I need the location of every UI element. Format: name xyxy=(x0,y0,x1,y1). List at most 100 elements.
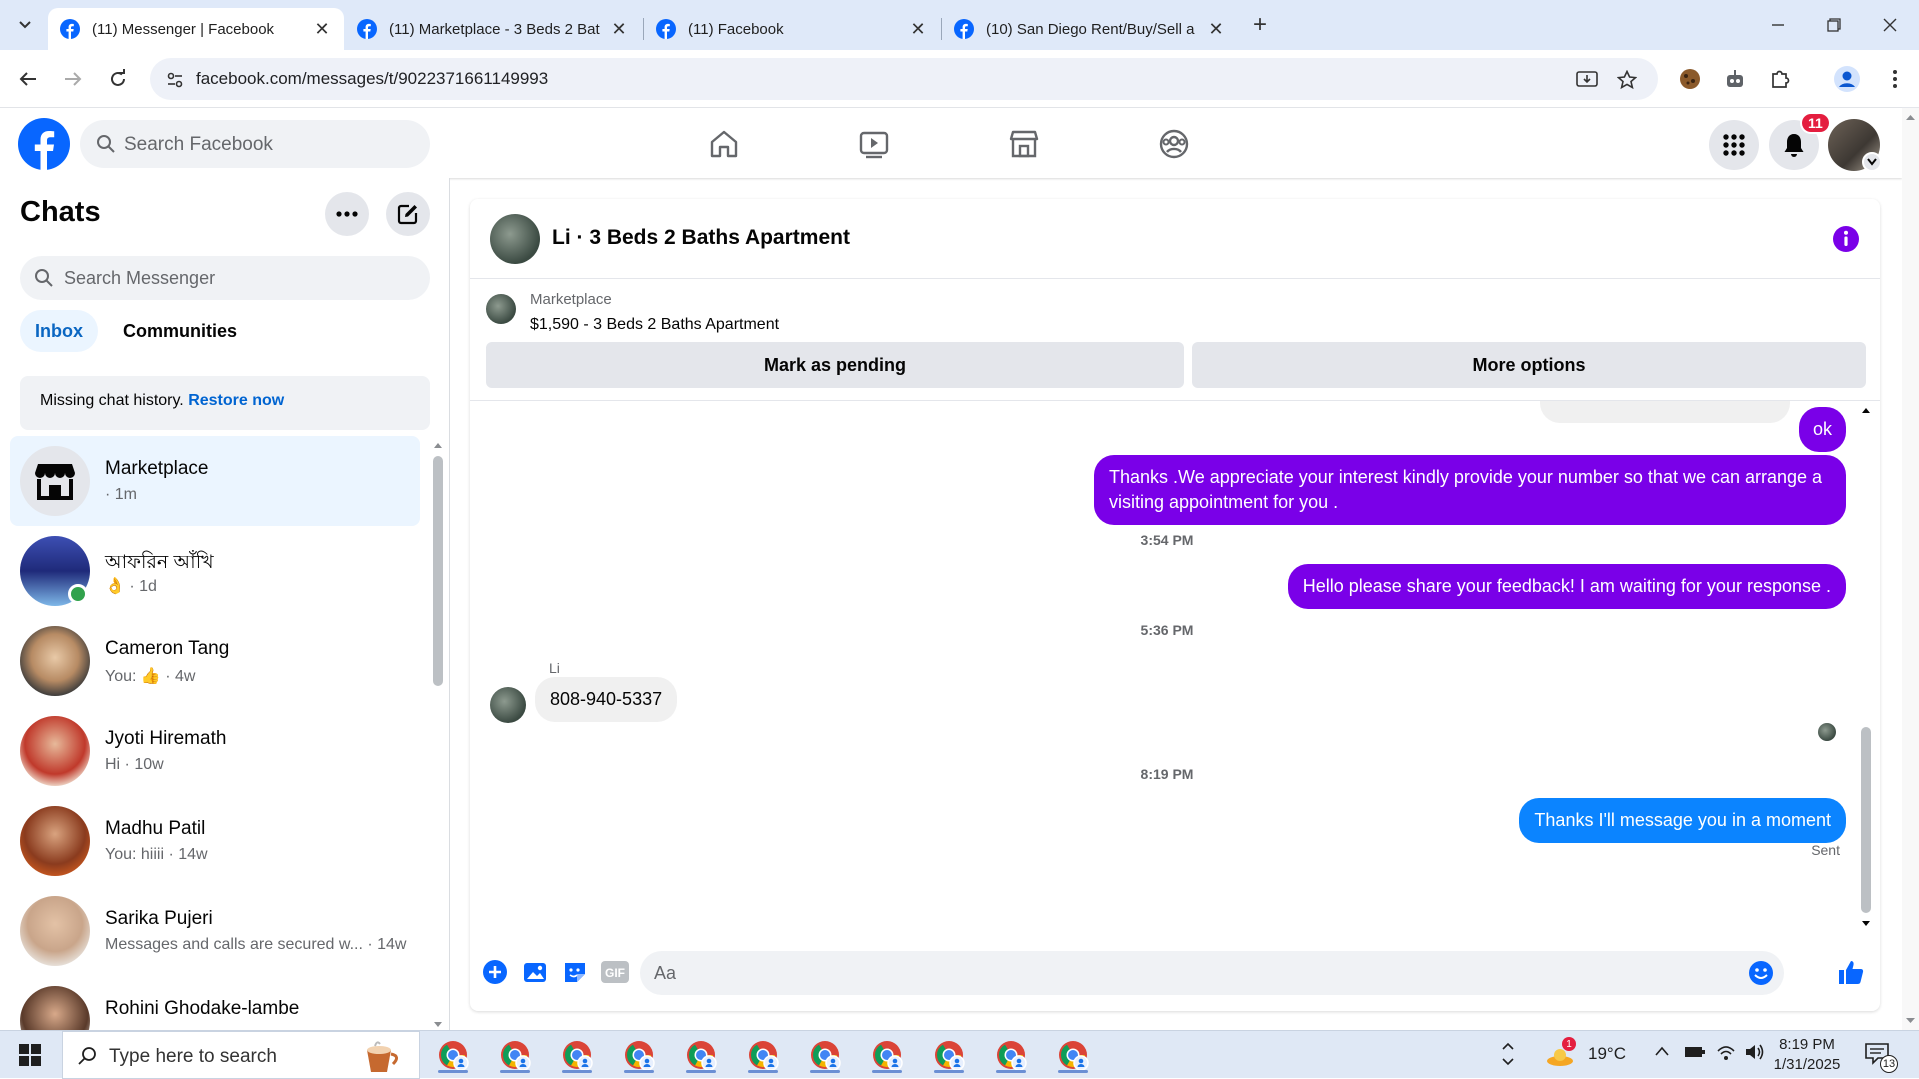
taskbar-chrome-profile-icon[interactable] xyxy=(430,1037,476,1073)
info-icon[interactable] xyxy=(1832,225,1860,253)
marketplace-nav-icon[interactable] xyxy=(1000,120,1048,168)
wifi-icon[interactable] xyxy=(1716,1043,1736,1061)
close-tab-icon[interactable]: ✕ xyxy=(1206,19,1226,39)
video-nav-icon[interactable] xyxy=(850,120,898,168)
taskbar-chrome-profile-icon[interactable] xyxy=(1050,1037,1096,1073)
chat-options-more-icon[interactable] xyxy=(325,192,369,236)
weather-temperature[interactable]: 19°C xyxy=(1588,1044,1626,1064)
chat-item[interactable]: Rohini Ghodake-lambe xyxy=(10,976,420,1030)
show-hidden-icons-chevron-icon[interactable] xyxy=(1654,1045,1670,1057)
new-message-compose-icon[interactable] xyxy=(386,192,430,236)
avatar xyxy=(20,806,90,876)
like-thumbs-up-icon[interactable] xyxy=(1836,957,1866,987)
close-window-icon[interactable] xyxy=(1862,0,1918,50)
sticker-icon[interactable] xyxy=(560,957,590,987)
contact-avatar[interactable] xyxy=(490,214,540,264)
windows-start-icon[interactable] xyxy=(10,1039,50,1071)
minimize-icon[interactable] xyxy=(1750,0,1806,50)
taskbar-chrome-profile-icon[interactable] xyxy=(678,1037,724,1073)
message-bubble-outgoing[interactable]: Thanks .We appreciate your interest kind… xyxy=(1094,455,1846,525)
gif-icon[interactable]: GIF xyxy=(600,957,630,987)
extensions-puzzle-icon[interactable] xyxy=(1765,64,1795,94)
emoji-icon[interactable] xyxy=(1748,960,1774,986)
message-bubble-outgoing[interactable]: Hello please share your feedback! I am w… xyxy=(1287,564,1846,609)
more-options-button[interactable]: More options xyxy=(1192,342,1866,388)
sender-avatar[interactable] xyxy=(490,687,526,723)
scrollbar-thumb[interactable] xyxy=(433,456,443,686)
reload-icon[interactable] xyxy=(102,63,134,95)
robot-extension-icon[interactable] xyxy=(1720,64,1750,94)
new-tab-plus-icon[interactable]: + xyxy=(1245,10,1275,40)
taskbar-search[interactable]: Type here to search xyxy=(62,1031,420,1079)
chat-item[interactable]: আফরিন আঁখি 👌 · 1d xyxy=(10,526,420,616)
close-tab-icon[interactable]: ✕ xyxy=(908,19,928,39)
bookmark-star-icon[interactable] xyxy=(1614,67,1640,93)
messenger-search[interactable]: Search Messenger xyxy=(20,256,430,300)
tab-marketplace[interactable]: (11) Marketplace - 3 Beds 2 Bat ✕ xyxy=(345,8,641,50)
message-input[interactable]: Aa xyxy=(640,951,1784,995)
taskbar-chrome-profile-icon[interactable] xyxy=(802,1037,848,1073)
chat-meta: Hi · 10w xyxy=(105,756,164,773)
more-actions-plus-icon[interactable] xyxy=(480,957,510,987)
chat-meta: You: 👍 · 4w xyxy=(105,668,196,685)
listing-thumbnail[interactable] xyxy=(486,294,516,324)
close-tab-icon[interactable]: ✕ xyxy=(609,19,629,39)
install-app-icon[interactable] xyxy=(1574,67,1600,93)
facebook-logo-icon[interactable] xyxy=(18,118,70,170)
address-bar[interactable]: facebook.com/messages/t/9022371661149993 xyxy=(150,58,1658,100)
taskbar-chrome-profile-icon[interactable] xyxy=(740,1037,786,1073)
tab-search-chevron-icon[interactable] xyxy=(10,10,40,40)
taskbar-chrome-profile-icon[interactable] xyxy=(988,1037,1034,1073)
tray-overflow-arrows-icon[interactable] xyxy=(1500,1041,1516,1067)
chat-meta: · 1m xyxy=(105,486,137,503)
facebook-search[interactable]: Search Facebook xyxy=(80,120,430,168)
mark-as-pending-button[interactable]: Mark as pending xyxy=(486,342,1184,388)
message-composer: GIF Aa xyxy=(470,939,1880,1011)
attach-photo-icon[interactable] xyxy=(520,957,550,987)
taskbar-chrome-profile-icon[interactable] xyxy=(616,1037,662,1073)
back-arrow-icon[interactable] xyxy=(12,63,44,95)
page-scrollbar[interactable] xyxy=(1902,108,1919,1030)
search-placeholder: Search Facebook xyxy=(124,134,273,155)
chevron-down-icon[interactable] xyxy=(1862,152,1882,172)
running-indicator xyxy=(438,1070,468,1073)
restore-icon[interactable] xyxy=(1806,0,1862,50)
taskbar-chrome-profile-icon[interactable] xyxy=(492,1037,538,1073)
restore-now-link[interactable]: Restore now xyxy=(188,392,284,409)
chat-item[interactable]: Sarika Pujeri Messages and calls are sec… xyxy=(10,886,420,976)
chat-item-marketplace[interactable]: Marketplace · 1m xyxy=(10,436,420,526)
message-bubble-outgoing[interactable]: ok xyxy=(1798,407,1846,452)
battery-icon[interactable] xyxy=(1684,1045,1706,1059)
tab-san-diego[interactable]: (10) San Diego Rent/Buy/Sell a ✕ xyxy=(942,8,1238,50)
profile-icon[interactable] xyxy=(1832,64,1862,94)
message-timestamp: 5:36 PM xyxy=(1140,622,1194,638)
site-settings-icon[interactable] xyxy=(162,67,188,93)
chat-item[interactable]: Madhu Patil You: hiiii · 14w xyxy=(10,796,420,886)
filter-inbox[interactable]: Inbox xyxy=(20,310,98,352)
chat-item[interactable]: Cameron Tang You: 👍 · 4w xyxy=(10,616,420,706)
tab-facebook[interactable]: (11) Facebook ✕ xyxy=(644,8,940,50)
message-bubble-incoming[interactable]: 808-940-5337 xyxy=(535,677,678,722)
filter-communities[interactable]: Communities xyxy=(108,310,252,352)
tab-messenger[interactable]: (11) Messenger | Facebook ✕ xyxy=(48,8,344,50)
listing-title[interactable]: $1,590 - 3 Beds 2 Baths Apartment xyxy=(530,316,779,334)
browser-menu-icon[interactable] xyxy=(1880,64,1910,94)
facebook-icon xyxy=(656,19,676,39)
forward-arrow-icon[interactable] xyxy=(57,63,89,95)
taskbar-chrome-profile-icon[interactable] xyxy=(554,1037,600,1073)
home-nav-icon[interactable] xyxy=(700,120,748,168)
message-bubble-outgoing[interactable]: Thanks I'll message you in a moment xyxy=(1519,798,1846,843)
tab-title: (10) San Diego Rent/Buy/Sell a xyxy=(986,20,1195,38)
groups-nav-icon[interactable] xyxy=(1150,120,1198,168)
conversation-title[interactable]: Li · 3 Beds 2 Baths Apartment xyxy=(552,226,850,250)
scrollbar-thumb[interactable] xyxy=(1861,727,1871,913)
taskbar-chrome-profile-icon[interactable] xyxy=(926,1037,972,1073)
taskbar-chrome-profile-icon[interactable] xyxy=(864,1037,910,1073)
message-thread-scrollbar[interactable] xyxy=(1858,401,1874,933)
chat-item[interactable]: Jyoti Hiremath Hi · 10w xyxy=(10,706,420,796)
menu-grid-icon[interactable] xyxy=(1709,120,1759,170)
chat-list-scrollbar[interactable] xyxy=(430,440,446,1030)
system-clock[interactable]: 8:19 PM 1/31/2025 xyxy=(1762,1035,1852,1075)
close-tab-icon[interactable]: ✕ xyxy=(312,19,332,39)
cookie-extension-icon[interactable] xyxy=(1675,64,1705,94)
